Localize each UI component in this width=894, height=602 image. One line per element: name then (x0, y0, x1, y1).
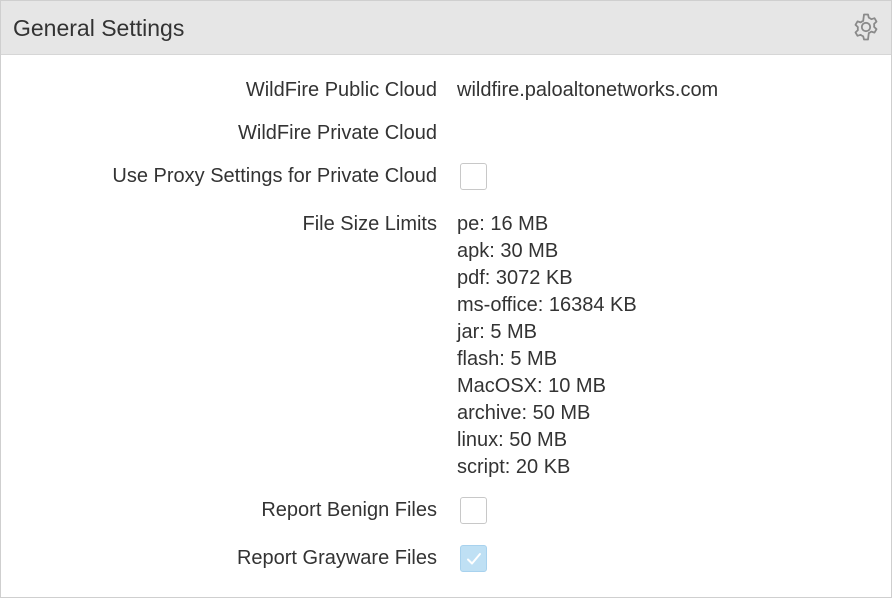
report-benign-label: Report Benign Files (261, 499, 437, 521)
limit-item: ms-office: 16384 KB (457, 294, 637, 316)
limit-item: archive: 50 MB (457, 402, 591, 424)
file-size-limits-list: pe: 16 MB apk: 30 MB pdf: 3072 KB ms-off… (457, 211, 637, 481)
limit-item: pe: 16 MB (457, 213, 549, 235)
report-benign-checkbox[interactable] (460, 497, 487, 524)
private-cloud-label: WildFire Private Cloud (238, 122, 437, 144)
panel-title: General Settings (13, 15, 185, 41)
limit-item: pdf: 3072 KB (457, 267, 573, 289)
limit-item: flash: 5 MB (457, 348, 558, 370)
limit-item: apk: 30 MB (457, 240, 559, 262)
gear-icon[interactable] (851, 12, 881, 42)
public-cloud-label: WildFire Public Cloud (245, 79, 437, 101)
limit-item: script: 20 KB (457, 456, 571, 478)
public-cloud-value: wildfire.paloaltonetworks.com (457, 79, 719, 101)
limit-item: jar: 5 MB (457, 321, 538, 343)
general-settings-panel: General Settings WildFire Public Cloud w… (0, 0, 892, 598)
checkmark-icon (467, 553, 481, 565)
use-proxy-label: Use Proxy Settings for Private Cloud (112, 165, 437, 187)
use-proxy-checkbox[interactable] (460, 163, 487, 190)
report-grayware-label: Report Grayware Files (236, 547, 437, 569)
limit-item: MacOSX: 10 MB (457, 375, 606, 397)
panel-header: General Settings (1, 1, 891, 55)
file-size-limits-label: File Size Limits (302, 213, 437, 235)
limit-item: linux: 50 MB (457, 429, 568, 451)
report-grayware-checkbox[interactable] (460, 545, 487, 572)
